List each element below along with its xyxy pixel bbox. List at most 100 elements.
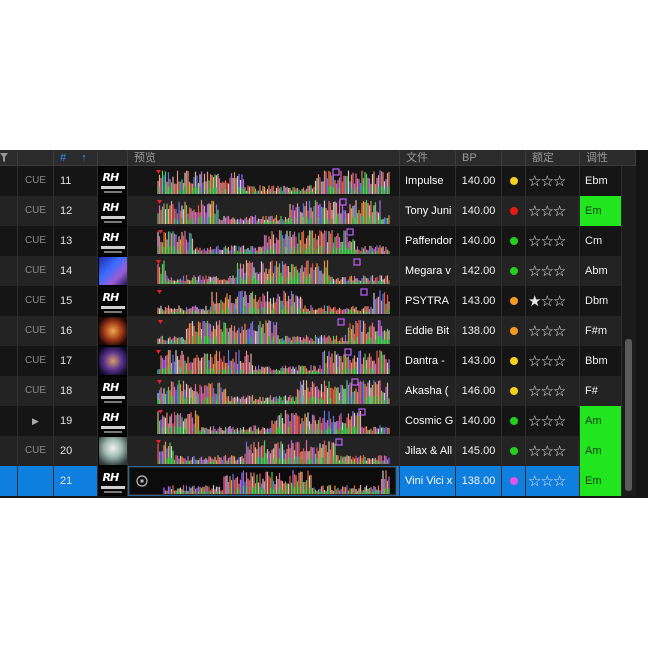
- label-logo: RH: [102, 201, 120, 214]
- color-dot: [509, 267, 518, 275]
- cue-button[interactable]: CUE: [18, 316, 54, 346]
- waveform-graphic: [156, 258, 390, 284]
- waveform-preview[interactable]: [128, 286, 400, 316]
- color-tag[interactable]: [502, 166, 526, 196]
- rating-stars[interactable]: ★☆☆: [526, 286, 580, 316]
- title-column-header[interactable]: 文件: [400, 150, 456, 166]
- track-row[interactable]: CUE 11 RH Impulse 140.00 ☆☆☆ Ebm: [0, 166, 622, 196]
- waveform-preview[interactable]: [128, 406, 400, 436]
- track-number: 21: [54, 466, 98, 496]
- track-number: 16: [54, 316, 98, 346]
- color-tag[interactable]: [502, 196, 526, 226]
- track-row[interactable]: CUE 20 Jilax & All 145.00 ☆☆☆ Am: [0, 436, 622, 466]
- cue-button[interactable]: CUE: [18, 226, 54, 256]
- color-tag[interactable]: [502, 256, 526, 286]
- track-row[interactable]: CUE 17 Dantra - 143.00 ☆☆☆ Bbm: [0, 346, 622, 376]
- rating-stars[interactable]: ☆☆☆: [526, 466, 580, 496]
- track-row[interactable]: 21 RH Vini Vici x 138.00 ☆☆☆ Em: [0, 466, 622, 496]
- rating-stars[interactable]: ☆☆☆: [526, 346, 580, 376]
- track-key: Ebm: [580, 166, 622, 196]
- rating-stars[interactable]: ☆☆☆: [526, 436, 580, 466]
- cue-button[interactable]: CUE: [18, 436, 54, 466]
- track-key: Em: [580, 196, 622, 226]
- sort-ascending-icon[interactable]: ↑: [81, 152, 87, 164]
- waveform-preview[interactable]: [128, 466, 400, 496]
- waveform-graphic: [156, 168, 390, 194]
- album-art: [98, 436, 128, 466]
- label-logo: RH: [102, 471, 120, 484]
- rating-stars[interactable]: ☆☆☆: [526, 376, 580, 406]
- waveform-graphic: [157, 378, 390, 404]
- cue-button[interactable]: CUE: [18, 196, 54, 226]
- track-bpm: 140.00: [456, 196, 502, 226]
- cue-button[interactable]: CUE: [18, 376, 54, 406]
- rating-stars[interactable]: ☆☆☆: [526, 196, 580, 226]
- number-column-header[interactable]: # ↑: [54, 150, 98, 166]
- artwork-column-header[interactable]: [98, 150, 128, 166]
- track-row[interactable]: CUE 12 RH Tony Juni 140.00 ☆☆☆ Em: [0, 196, 622, 226]
- track-row[interactable]: CUE 18 RH Akasha ( 146.00 ☆☆☆ F#: [0, 376, 622, 406]
- rating-stars[interactable]: ☆☆☆: [526, 316, 580, 346]
- color-tag[interactable]: [502, 406, 526, 436]
- waveform-preview[interactable]: [128, 376, 400, 406]
- hot-cue-marker-icon: [337, 318, 345, 326]
- color-column-header[interactable]: [502, 150, 526, 166]
- filter-column-header[interactable]: [0, 150, 18, 166]
- waveform-graphic: [157, 198, 390, 224]
- color-tag[interactable]: [502, 436, 526, 466]
- color-tag[interactable]: [502, 376, 526, 406]
- rating-column-header[interactable]: 额定: [526, 150, 580, 166]
- track-number: 17: [54, 346, 98, 376]
- color-tag[interactable]: [502, 316, 526, 346]
- album-art: [98, 256, 128, 286]
- color-tag[interactable]: [502, 286, 526, 316]
- track-row[interactable]: ▶ 19 RH Cosmic G 140.00 ☆☆☆ Am: [0, 406, 622, 436]
- waveform-preview[interactable]: [128, 166, 400, 196]
- track-row[interactable]: CUE 14 Megara v 142.00 ☆☆☆ Abm: [0, 256, 622, 286]
- track-row[interactable]: CUE 16 Eddie Bit 138.00 ☆☆☆ F#m: [0, 316, 622, 346]
- track-row[interactable]: CUE 15 RH PSYTRA 143.00 ★☆☆ Dbm: [0, 286, 622, 316]
- cue-button[interactable]: CUE: [18, 166, 54, 196]
- row-gutter: [0, 256, 18, 286]
- track-bpm: 146.00: [456, 376, 502, 406]
- waveform-preview[interactable]: [128, 256, 400, 286]
- preview-column-header[interactable]: 预览: [128, 150, 400, 166]
- row-gutter: [0, 406, 18, 436]
- row-gutter: [0, 286, 18, 316]
- rating-stars[interactable]: ☆☆☆: [526, 256, 580, 286]
- track-number: 15: [54, 286, 98, 316]
- waveform-preview[interactable]: [128, 316, 400, 346]
- rating-stars[interactable]: ☆☆☆: [526, 166, 580, 196]
- album-art: RH: [98, 406, 128, 436]
- cue-button[interactable]: [18, 466, 54, 496]
- play-icon[interactable]: ▶: [18, 406, 54, 436]
- cue-marker-icon: [157, 290, 162, 294]
- waveform-preview[interactable]: [128, 226, 400, 256]
- waveform-preview[interactable]: [128, 346, 400, 376]
- cue-button[interactable]: CUE: [18, 256, 54, 286]
- color-tag[interactable]: [502, 466, 526, 496]
- track-browser: # ↑ 预览 文件 BP 额定 调性 CUE 11 RH Impulse 140…: [0, 150, 648, 498]
- cover-image: RH: [98, 467, 127, 495]
- waveform-graphic: [128, 466, 397, 496]
- row-gutter: [0, 196, 18, 226]
- cue-column-header[interactable]: [18, 150, 54, 166]
- album-art: RH: [98, 286, 128, 316]
- rating-stars[interactable]: ☆☆☆: [526, 406, 580, 436]
- key-column-header[interactable]: 调性: [580, 150, 636, 166]
- scrollbar-thumb[interactable]: [625, 339, 632, 491]
- rating-stars[interactable]: ☆☆☆: [526, 226, 580, 256]
- cue-button[interactable]: CUE: [18, 286, 54, 316]
- cue-button[interactable]: CUE: [18, 346, 54, 376]
- color-tag[interactable]: [502, 346, 526, 376]
- hot-cue-marker-icon: [351, 378, 359, 386]
- track-bpm: 140.00: [456, 226, 502, 256]
- track-row[interactable]: CUE 13 RH Paffendor 140.00 ☆☆☆ Cm: [0, 226, 622, 256]
- cover-image: [98, 347, 127, 375]
- waveform-preview[interactable]: [128, 436, 400, 466]
- filter-icon[interactable]: [0, 153, 8, 162]
- bpm-column-header[interactable]: BP: [456, 150, 502, 166]
- color-tag[interactable]: [502, 226, 526, 256]
- waveform-preview[interactable]: [128, 196, 400, 226]
- vertical-scrollbar[interactable]: [622, 166, 636, 496]
